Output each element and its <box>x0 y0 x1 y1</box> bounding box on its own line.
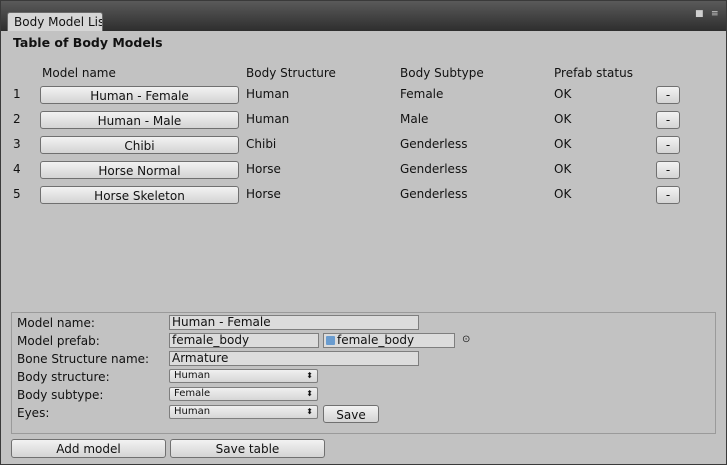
maximize-icon[interactable]: ■ <box>695 9 704 19</box>
remove-row-button[interactable]: - <box>656 161 680 179</box>
row-index: 4 <box>13 162 21 176</box>
model-name-field[interactable]: Human - Female <box>169 315 419 330</box>
row-subtype: Female <box>400 87 444 101</box>
row-subtype: Genderless <box>400 187 468 201</box>
table-heading: Table of Body Models <box>13 35 163 50</box>
col-body-subtype: Body Subtype <box>400 66 484 80</box>
updown-arrow-icon: ⬍ <box>306 371 313 380</box>
model-editor-panel: Model name: Human - Female Model prefab:… <box>11 312 716 434</box>
row-status: OK <box>554 162 572 176</box>
body-structure-value: Human <box>174 370 211 381</box>
prefab-cube-icon <box>326 336 335 345</box>
eyes-value: Human <box>174 406 211 417</box>
row-structure: Horse <box>246 187 281 201</box>
remove-row-button[interactable]: - <box>656 111 680 129</box>
row-status: OK <box>554 187 572 201</box>
tab-body-model-list[interactable]: Body Model Lis <box>7 12 103 31</box>
table-row: 2 Human - Male Human Male OK - <box>1 108 726 132</box>
row-structure: Human <box>246 87 290 101</box>
body-subtype-value: Female <box>174 388 211 399</box>
row-structure: Chibi <box>246 137 277 151</box>
object-picker-icon[interactable]: ⊙ <box>462 334 470 345</box>
bone-structure-field[interactable]: Armature <box>169 351 419 366</box>
row-index: 3 <box>13 137 21 151</box>
body-subtype-label: Body subtype: <box>17 388 104 402</box>
model-prefab-field[interactable]: female_body <box>169 333 319 348</box>
updown-arrow-icon: ⬍ <box>306 389 313 398</box>
remove-row-button[interactable]: - <box>656 136 680 154</box>
main-content: Table of Body Models Model name Body Str… <box>1 31 726 464</box>
save-button[interactable]: Save <box>323 405 379 423</box>
model-select-button[interactable]: Human - Female <box>40 86 239 104</box>
model-select-button[interactable]: Chibi <box>40 136 239 154</box>
model-name-label: Model name: <box>17 316 95 330</box>
eyes-label: Eyes: <box>17 406 50 420</box>
row-status: OK <box>554 137 572 151</box>
updown-arrow-icon: ⬍ <box>306 407 313 416</box>
body-model-list-window: Body Model Lis ■ ≡ Table of Body Models … <box>0 0 727 465</box>
body-structure-dropdown[interactable]: Human ⬍ <box>169 369 318 383</box>
eyes-dropdown[interactable]: Human ⬍ <box>169 405 318 419</box>
context-menu-icon[interactable]: ≡ <box>711 9 719 19</box>
table-row: 3 Chibi Chibi Genderless OK - <box>1 133 726 157</box>
model-select-button[interactable]: Horse Normal <box>40 161 239 179</box>
model-select-button[interactable]: Horse Skeleton <box>40 186 239 204</box>
row-index: 1 <box>13 87 21 101</box>
row-structure: Horse <box>246 162 281 176</box>
row-structure: Human <box>246 112 290 126</box>
body-structure-label: Body structure: <box>17 370 110 384</box>
row-status: OK <box>554 87 572 101</box>
col-body-structure: Body Structure <box>246 66 336 80</box>
remove-row-button[interactable]: - <box>656 186 680 204</box>
table-row: 5 Horse Skeleton Horse Genderless OK - <box>1 183 726 207</box>
body-subtype-dropdown[interactable]: Female ⬍ <box>169 387 318 401</box>
table-row: 1 Human - Female Human Female OK - <box>1 83 726 107</box>
table-row: 4 Horse Normal Horse Genderless OK - <box>1 158 726 182</box>
model-select-button[interactable]: Human - Male <box>40 111 239 129</box>
col-model-name: Model name <box>42 66 116 80</box>
prefab-object-field[interactable]: female_body <box>323 333 455 348</box>
col-prefab-status: Prefab status <box>554 66 633 80</box>
row-subtype: Genderless <box>400 137 468 151</box>
row-subtype: Male <box>400 112 429 126</box>
bone-structure-label: Bone Structure name: <box>17 352 150 366</box>
row-status: OK <box>554 112 572 126</box>
add-model-button[interactable]: Add model <box>11 439 166 458</box>
model-prefab-label: Model prefab: <box>17 334 100 348</box>
row-subtype: Genderless <box>400 162 468 176</box>
title-bar: Body Model Lis ■ ≡ <box>1 1 726 31</box>
prefab-object-value: female_body <box>337 333 415 347</box>
row-index: 5 <box>13 187 21 201</box>
save-table-button[interactable]: Save table <box>170 439 325 458</box>
remove-row-button[interactable]: - <box>656 86 680 104</box>
row-index: 2 <box>13 112 21 126</box>
